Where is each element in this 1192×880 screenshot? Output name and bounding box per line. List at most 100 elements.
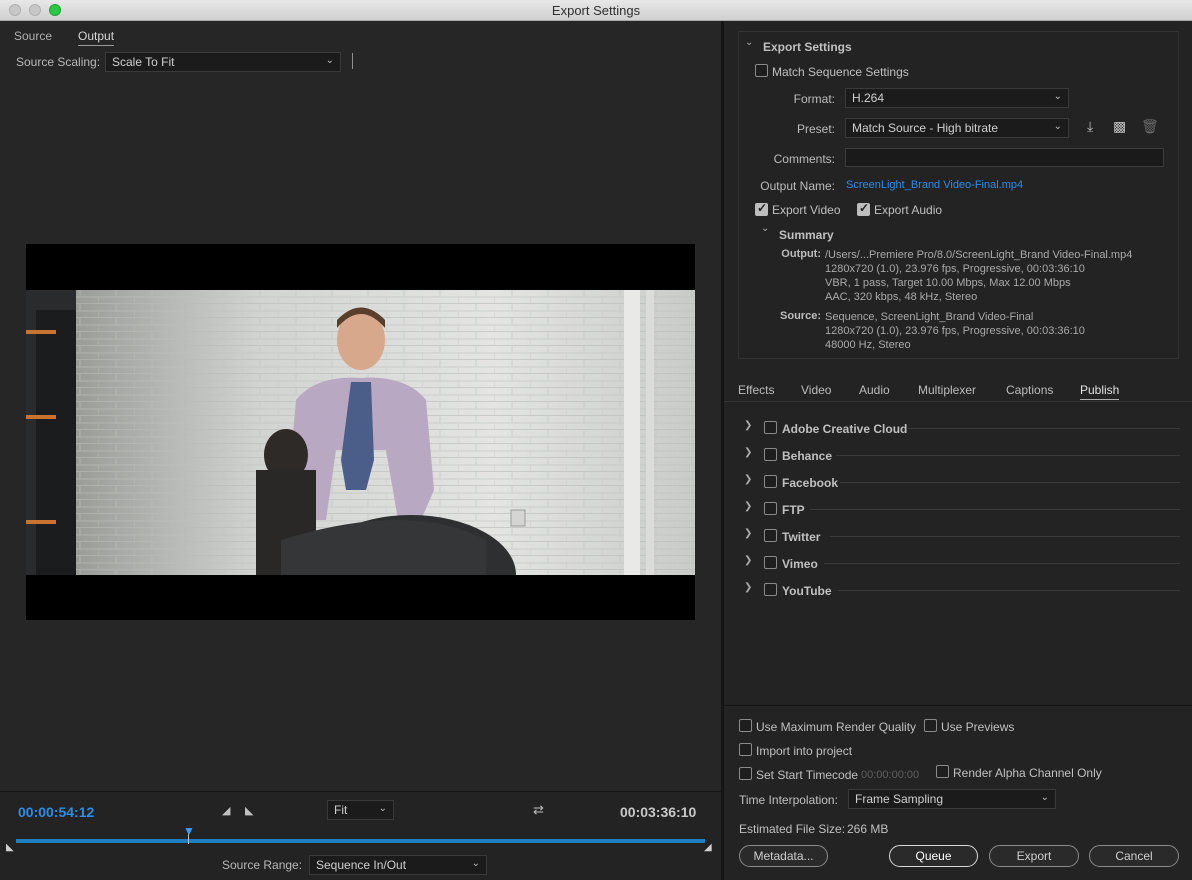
cancel-button[interactable]: Cancel bbox=[1089, 845, 1179, 867]
max-render-quality-checkbox[interactable] bbox=[739, 719, 752, 732]
preset-value: Match Source - High bitrate bbox=[852, 121, 999, 135]
export-settings-title: Export Settings bbox=[763, 40, 852, 54]
use-previews-checkbox[interactable] bbox=[924, 719, 937, 732]
tab-publish[interactable]: Publish bbox=[1080, 383, 1120, 400]
chevron-down-icon: ⌄ bbox=[1040, 792, 1049, 803]
tab-source[interactable]: Source bbox=[14, 29, 52, 43]
import-preset-icon[interactable]: ▩ bbox=[1113, 118, 1126, 135]
divider-line bbox=[908, 428, 1180, 429]
publish-checkbox[interactable] bbox=[764, 502, 777, 515]
format-label: Format: bbox=[793, 92, 835, 106]
zoom-level-value: Fit bbox=[334, 803, 348, 817]
time-interpolation-value: Frame Sampling bbox=[855, 792, 944, 806]
summary-source-key: Source: bbox=[780, 310, 821, 322]
publish-item-label: YouTube bbox=[782, 584, 832, 598]
tab-captions[interactable]: Captions bbox=[1006, 383, 1053, 397]
source-range-value: Sequence In/Out bbox=[316, 858, 407, 872]
publish-item-youtube[interactable]: ❯ YouTube bbox=[724, 582, 1192, 602]
source-output-panel: Source Output Source Scaling: Scale To F… bbox=[0, 21, 721, 880]
expand-chevron-icon[interactable]: ❯ bbox=[744, 582, 752, 593]
match-sequence-checkbox[interactable] bbox=[755, 64, 768, 77]
import-into-project-label: Import into project bbox=[756, 744, 853, 758]
collapse-chevron-icon[interactable]: ⌄ bbox=[745, 37, 753, 48]
delete-preset-icon[interactable]: 🗑 bbox=[1141, 118, 1159, 135]
export-audio-checkbox[interactable] bbox=[857, 201, 870, 216]
summary-output-line: AAC, 320 kbps, 48 kHz, Stereo bbox=[825, 291, 978, 303]
publish-item-adobe-creative-cloud[interactable]: ❯ Adobe Creative Cloud bbox=[724, 420, 1192, 440]
source-scaling-dropdown[interactable]: Scale To Fit ⌄ bbox=[105, 52, 341, 72]
publish-item-label: Adobe Creative Cloud bbox=[782, 422, 908, 436]
match-sequence-label: Match Sequence Settings bbox=[772, 65, 909, 79]
estimated-file-size-value: 266 MB bbox=[847, 822, 889, 836]
timeline-range-bar[interactable] bbox=[16, 839, 705, 843]
export-audio-label: Export Audio bbox=[874, 203, 943, 217]
expand-chevron-icon[interactable]: ❯ bbox=[744, 501, 752, 512]
playhead-icon[interactable]: ▼ bbox=[183, 824, 195, 838]
format-value: H.264 bbox=[852, 91, 885, 105]
tab-output[interactable]: Output bbox=[78, 29, 115, 46]
set-start-timecode-checkbox[interactable] bbox=[739, 767, 752, 780]
comments-label: Comments: bbox=[773, 152, 835, 166]
publish-checkbox[interactable] bbox=[764, 556, 777, 569]
in-point-marker-icon[interactable]: ◣ bbox=[6, 842, 14, 853]
aspect-ratio-correction-icon[interactable]: ⇄ bbox=[533, 802, 544, 818]
preset-dropdown[interactable]: Match Source - High bitrate ⌄ bbox=[845, 118, 1069, 138]
tab-audio[interactable]: Audio bbox=[859, 383, 890, 397]
render-alpha-checkbox[interactable] bbox=[936, 765, 949, 778]
publish-checkbox[interactable] bbox=[764, 421, 777, 434]
chevron-down-icon: ⌄ bbox=[1053, 91, 1062, 102]
output-name-label: Output Name: bbox=[760, 179, 835, 193]
publish-item-ftp[interactable]: ❯ FTP bbox=[724, 501, 1192, 521]
summary-output-line: VBR, 1 pass, Target 10.00 Mbps, Max 12.0… bbox=[825, 277, 1071, 289]
expand-chevron-icon[interactable]: ❯ bbox=[744, 474, 752, 485]
divider-line bbox=[810, 509, 1180, 510]
publish-item-twitter[interactable]: ❯ Twitter bbox=[724, 528, 1192, 548]
publish-checkbox[interactable] bbox=[764, 529, 777, 542]
publish-item-vimeo[interactable]: ❯ Vimeo bbox=[724, 555, 1192, 575]
expand-chevron-icon[interactable]: ❯ bbox=[744, 528, 752, 539]
time-interpolation-dropdown[interactable]: Frame Sampling ⌄ bbox=[848, 789, 1056, 809]
publish-targets-list: ❯ Adobe Creative Cloud ❯ Behance ❯ Faceb… bbox=[724, 411, 1192, 701]
chevron-down-icon: ⌄ bbox=[1053, 121, 1062, 132]
publish-checkbox[interactable] bbox=[764, 448, 777, 461]
save-preset-icon[interactable]: ⤓ bbox=[1087, 118, 1093, 135]
expand-chevron-icon[interactable]: ❯ bbox=[744, 555, 752, 566]
render-alpha-label: Render Alpha Channel Only bbox=[953, 766, 1102, 780]
tab-video[interactable]: Video bbox=[801, 383, 831, 397]
export-video-checkbox[interactable] bbox=[755, 201, 768, 216]
summary-source-line: 48000 Hz, Stereo bbox=[825, 339, 911, 351]
zoom-level-dropdown[interactable]: Fit ⌄ bbox=[327, 800, 394, 820]
output-name-link[interactable]: ScreenLight_Brand Video-Final.mp4 bbox=[846, 179, 1023, 191]
expand-chevron-icon[interactable]: ❯ bbox=[744, 420, 752, 431]
tab-multiplexer[interactable]: Multiplexer bbox=[918, 383, 976, 397]
summary-source-line: 1280x720 (1.0), 23.976 fps, Progressive,… bbox=[825, 325, 1085, 337]
import-into-project-checkbox[interactable] bbox=[739, 743, 752, 756]
summary-collapse-icon[interactable]: ⌄ bbox=[761, 223, 769, 234]
publish-checkbox[interactable] bbox=[764, 475, 777, 488]
source-range-dropdown[interactable]: Sequence In/Out ⌄ bbox=[309, 855, 487, 875]
publish-item-label: FTP bbox=[782, 503, 805, 517]
comments-field[interactable] bbox=[845, 148, 1164, 167]
export-button[interactable]: Export bbox=[989, 845, 1079, 867]
summary-output-line: /Users/...Premiere Pro/8.0/ScreenLight_B… bbox=[825, 249, 1133, 261]
export-settings-section: ⌄ Export Settings Match Sequence Setting… bbox=[738, 31, 1179, 359]
format-dropdown[interactable]: H.264 ⌄ bbox=[845, 88, 1069, 108]
estimated-file-size-label: Estimated File Size: bbox=[739, 822, 846, 836]
metadata-button[interactable]: Metadata... bbox=[739, 845, 828, 867]
set-in-point-icon[interactable]: ◢ bbox=[222, 804, 230, 817]
current-timecode[interactable]: 00:00:54:12 bbox=[18, 804, 94, 820]
divider-line bbox=[838, 590, 1180, 591]
start-timecode-field[interactable]: 00:00:00:00 bbox=[861, 769, 919, 781]
expand-chevron-icon[interactable]: ❯ bbox=[744, 447, 752, 458]
publish-checkbox[interactable] bbox=[764, 583, 777, 596]
render-options-panel: Use Maximum Render Quality Use Previews … bbox=[724, 705, 1192, 880]
out-point-marker-icon[interactable]: ◢ bbox=[704, 842, 712, 853]
tab-effects[interactable]: Effects bbox=[738, 383, 774, 397]
export-video-label: Export Video bbox=[772, 203, 841, 217]
summary-output-details: /Users/...Premiere Pro/8.0/ScreenLight_B… bbox=[825, 248, 1132, 304]
publish-item-facebook[interactable]: ❯ Facebook bbox=[724, 474, 1192, 494]
publish-item-label: Facebook bbox=[782, 476, 839, 490]
publish-item-behance[interactable]: ❯ Behance bbox=[724, 447, 1192, 467]
set-out-point-icon[interactable]: ◣ bbox=[245, 804, 253, 817]
queue-button[interactable]: Queue bbox=[889, 845, 978, 867]
